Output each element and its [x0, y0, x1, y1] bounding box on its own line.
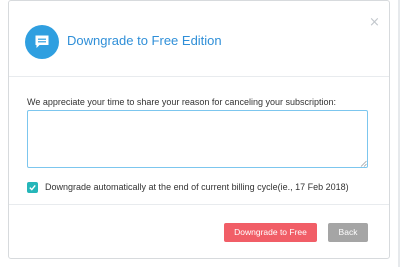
downgrade-dialog: × Downgrade to Free Edition We appreciat…: [8, 0, 390, 259]
dialog-title: Downgrade to Free Edition: [67, 33, 222, 48]
footer-divider: [9, 204, 389, 205]
auto-downgrade-checkbox[interactable]: [27, 182, 38, 193]
back-button[interactable]: Back: [328, 223, 368, 242]
auto-downgrade-label[interactable]: Downgrade automatically at the end of cu…: [45, 182, 349, 192]
reason-prompt: We appreciate your time to share your re…: [27, 97, 336, 107]
close-icon[interactable]: ×: [369, 16, 380, 29]
chat-bubble-icon: [25, 25, 59, 59]
check-icon: [29, 184, 36, 191]
downgrade-button[interactable]: Downgrade to Free: [224, 223, 317, 242]
resize-grip-icon[interactable]: [360, 160, 367, 167]
reason-textarea[interactable]: [27, 110, 368, 168]
header-divider: [9, 76, 389, 77]
